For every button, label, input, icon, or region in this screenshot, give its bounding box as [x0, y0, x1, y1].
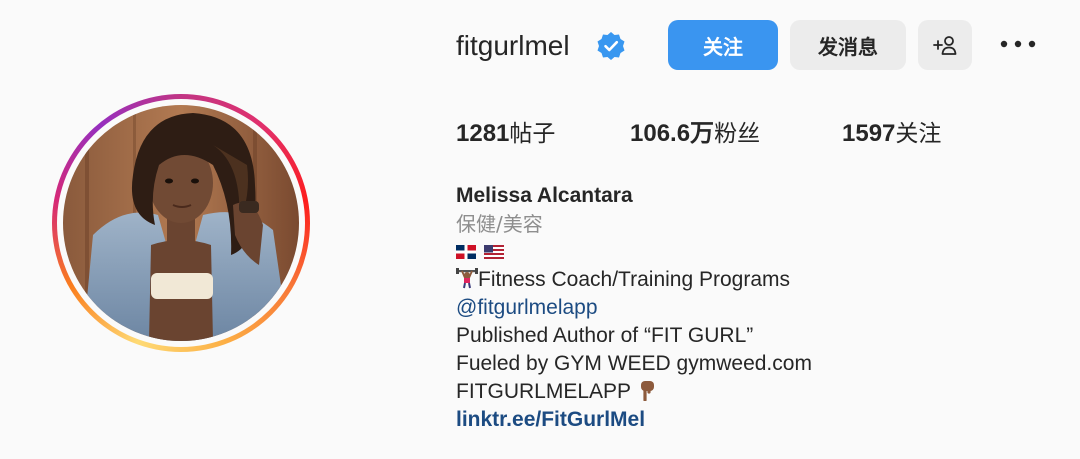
more-options-button[interactable]: [996, 28, 1040, 60]
follow-button[interactable]: 关注: [668, 20, 778, 70]
weightlifter-emoji: [456, 268, 478, 289]
fitness-text: Fitness Coach/Training Programs: [478, 268, 791, 291]
posts-stat[interactable]: 1281帖子: [456, 116, 555, 152]
united-states-flag: [483, 245, 504, 259]
profile-bio: Melissa Alcantara 保健/美容 Fitness Coach/Tr…: [456, 182, 812, 434]
website-link[interactable]: linktr.ee/FitGurlMel: [456, 406, 812, 434]
mention-link[interactable]: @fitgurlmelapp: [456, 294, 812, 322]
flags-line: [456, 238, 812, 266]
avatar-gap: [57, 99, 305, 347]
pointing-down-emoji: [640, 381, 654, 401]
avatar-story-ring[interactable]: [52, 94, 310, 352]
followers-label: 粉丝: [714, 121, 761, 147]
profile-full-name: Melissa Alcantara: [456, 184, 633, 207]
fueled-line: Fueled by GYM WEED gymweed.com: [456, 352, 812, 375]
suggested-accounts-button[interactable]: [918, 20, 972, 70]
app-line: FITGURLMELAPP: [456, 378, 812, 406]
avatar[interactable]: [63, 105, 299, 341]
author-line: Published Author of “FIT GURL”: [456, 324, 754, 347]
following-label: 关注: [895, 121, 942, 147]
following-stat[interactable]: 1597关注: [842, 116, 941, 152]
profile-category: 保健/美容: [456, 212, 543, 236]
profile-username: fitgurlmel: [456, 30, 570, 61]
app-text: FITGURLMELAPP: [456, 380, 631, 403]
verified-badge-icon: [597, 32, 625, 60]
add-person-icon: [933, 36, 957, 55]
more-horizontal-icon: [1000, 40, 1036, 48]
fitness-line: Fitness Coach/Training Programs: [456, 266, 812, 294]
followers-stat[interactable]: 106.6万粉丝: [630, 116, 760, 152]
following-count: 1597: [842, 120, 896, 147]
message-button[interactable]: 发消息: [790, 20, 906, 70]
posts-label: 帖子: [509, 121, 556, 147]
posts-count: 1281: [456, 120, 510, 147]
dominican-republic-flag: [456, 245, 476, 259]
followers-count: 106.6万: [630, 120, 715, 147]
